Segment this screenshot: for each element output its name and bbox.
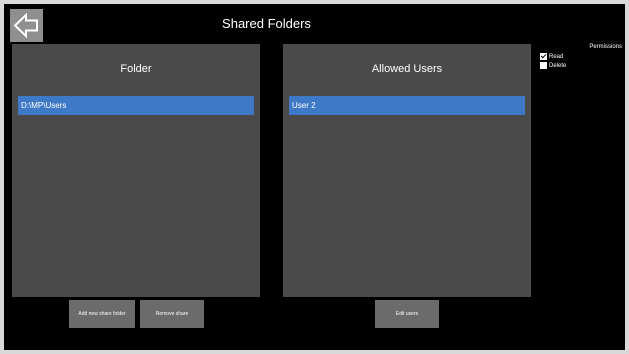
permission-delete-row[interactable]: Delete [540,61,622,70]
folder-list-item[interactable]: D:\MP\Users [18,96,254,115]
folder-panel-title: Folder [120,63,152,75]
permission-read-row[interactable]: Read [540,52,622,61]
delete-checkbox[interactable] [540,62,547,69]
add-share-folder-button[interactable]: Add new share folder [69,300,135,328]
allowed-users-list: User 2 [289,96,525,115]
permissions-title: Permissions [589,44,622,50]
folder-panel: Folder D:\MP\Users [12,44,260,297]
read-checkbox[interactable] [540,53,547,60]
allowed-users-panel-title: Allowed Users [371,63,443,75]
page-title: Shared Folders [222,16,311,31]
remove-share-button[interactable]: Remove share [140,300,204,328]
delete-label: Delete [549,62,567,69]
edit-users-button[interactable]: Edit users [375,300,439,328]
permissions-group: Permissions Read Delete [540,44,622,70]
allowed-users-panel: Allowed Users User 2 [283,44,531,297]
shared-folders-screen: Shared Folders Folder D:\MP\Users Allowe… [4,4,625,350]
allowed-user-list-item[interactable]: User 2 [289,96,525,115]
folder-list: D:\MP\Users [18,96,254,115]
read-label: Read [549,53,564,60]
